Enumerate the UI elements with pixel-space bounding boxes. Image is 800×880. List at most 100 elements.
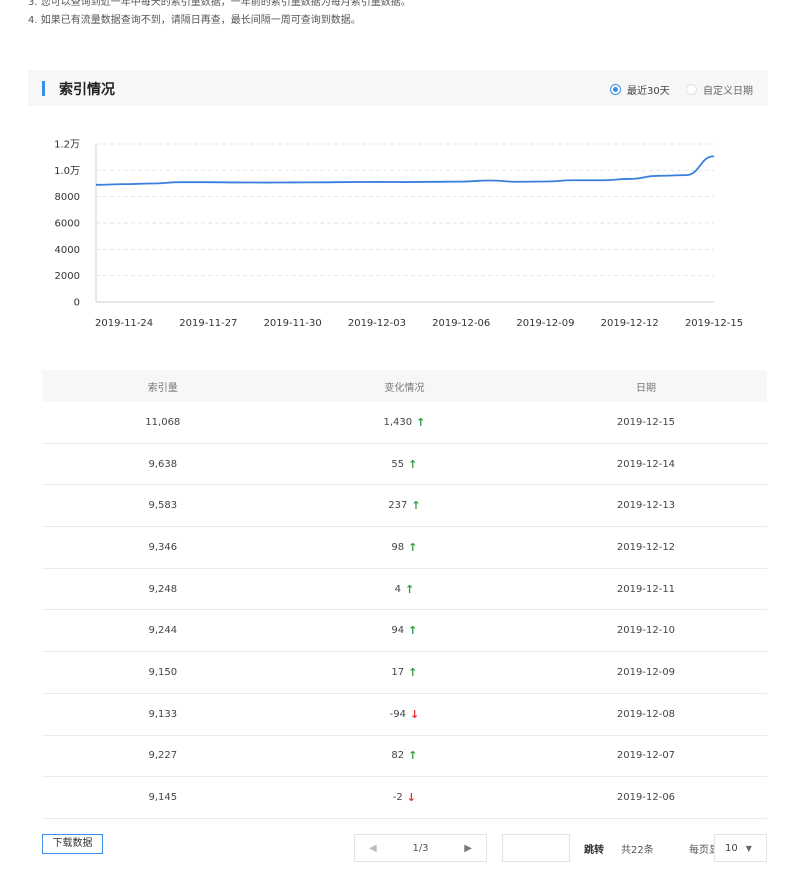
change-value: -2 (392, 792, 403, 804)
x-tick-label: 2019-12-03 (348, 318, 406, 329)
notes: 3. 您可以查询到近一年中每天的索引量数据，一年前的索引量数据为每月索引量数据。… (28, 0, 788, 30)
change-value: 94 (391, 625, 405, 637)
cell-change: 94 ↑ (284, 624, 526, 637)
section-header: 索引情况 最近30天 自定义日期 (28, 70, 768, 106)
x-tick-label: 2019-12-12 (601, 318, 659, 329)
next-page-icon[interactable]: ▶ (464, 843, 472, 854)
arrow-up-icon: ↑ (416, 415, 426, 429)
cell-date: 2019-12-09 (616, 666, 676, 678)
page-size-select[interactable]: 10 ▼ (714, 834, 767, 862)
change-value: 55 (391, 458, 405, 470)
y-tick-label: 1.2万 (54, 140, 80, 151)
page-indicator: 1/3 (412, 842, 429, 854)
header-date: 日期 (635, 382, 656, 394)
table-row: 9,638 55 ↑ 2019-12-14 (42, 444, 767, 486)
cell-change: -94 ↓ (284, 708, 526, 721)
jump-page-input[interactable] (502, 834, 570, 862)
pagination: ◀ 1/3 ▶ (354, 834, 487, 862)
y-tick-label: 6000 (55, 219, 80, 230)
cell-date: 2019-12-12 (616, 541, 676, 553)
x-tick-label: 2019-11-27 (179, 318, 237, 329)
cell-date: 2019-12-10 (616, 625, 676, 637)
table-row: 9,346 98 ↑ 2019-12-12 (42, 527, 767, 569)
y-tick-label: 4000 (55, 245, 80, 256)
change-value: 237 (388, 500, 408, 512)
radio-unchecked-icon (686, 83, 697, 95)
prev-page-icon[interactable]: ◀ (369, 843, 377, 854)
section-title: 索引情况 (59, 82, 115, 98)
index-table: 索引量 变化情况 日期 11,068 1,430 ↑ 2019-12-15 9,638 5… (42, 370, 767, 819)
y-tick-label: 8000 (55, 192, 80, 203)
radio-checked-icon (610, 83, 621, 95)
x-tick-label: 2019-12-09 (516, 318, 574, 329)
cell-index: 9,133 (148, 708, 178, 720)
radio-label: 最近30天 (627, 85, 670, 97)
change-value: -94 (389, 708, 406, 720)
cell-date: 2019-12-15 (616, 416, 676, 428)
cell-index: 9,638 (148, 458, 178, 470)
arrow-up-icon: ↑ (408, 624, 418, 638)
cell-date: 2019-12-14 (616, 458, 676, 470)
chevron-down-icon: ▼ (745, 843, 752, 853)
cell-date: 2019-12-06 (616, 792, 676, 804)
x-tick-label: 2019-12-06 (432, 318, 490, 329)
table-row: 9,583 237 ↑ 2019-12-13 (42, 485, 767, 528)
cell-change: 4 ↑ (284, 583, 526, 596)
arrow-down-icon: ↓ (406, 791, 416, 805)
cell-change: 1,430 ↑ (284, 416, 526, 429)
radio-custom-date[interactable]: 自定义日期 (686, 82, 753, 97)
change-value: 1,430 (383, 416, 413, 428)
arrow-up-icon: ↑ (408, 749, 418, 763)
table-header: 索引量 变化情况 日期 (42, 370, 767, 402)
x-tick-label: 2019-11-30 (264, 318, 322, 329)
change-value: 82 (391, 750, 405, 762)
x-tick-label: 2019-12-15 (685, 318, 743, 329)
note-3: 3. 您可以查询到近一年中每天的索引量数据，一年前的索引量数据为每月索引量数据。 (28, 0, 411, 8)
cell-change: 98 ↑ (284, 541, 526, 554)
arrow-up-icon: ↑ (408, 457, 418, 471)
cell-date: 2019-12-08 (616, 708, 676, 720)
cell-date: 2019-12-07 (616, 750, 676, 762)
cell-index: 9,145 (148, 792, 178, 804)
table-row: 9,145 -2 ↓ 2019-12-06 (42, 777, 767, 819)
y-tick-label: 1.0万 (54, 166, 80, 177)
cell-index: 9,227 (148, 750, 178, 762)
cell-index: 9,583 (148, 500, 178, 512)
download-data-button[interactable]: 下载数据 (42, 834, 103, 854)
cell-date: 2019-12-11 (616, 583, 676, 595)
arrow-up-icon: ↑ (408, 665, 418, 679)
cell-index: 9,244 (148, 625, 178, 637)
cell-change: 237 ↑ (284, 499, 526, 512)
table-row: 9,248 4 ↑ 2019-12-11 (42, 569, 767, 611)
table-row: 11,068 1,430 ↑ 2019-12-15 (42, 402, 767, 444)
change-value: 98 (391, 541, 405, 553)
x-tick-label: 2019-11-24 (95, 318, 153, 329)
cell-index: 9,248 (148, 583, 178, 595)
cell-change: 82 ↑ (284, 749, 526, 762)
arrow-up-icon: ↑ (408, 540, 418, 554)
section-accent-bar (42, 81, 45, 96)
note-4: 4. 如果已有流量数据查询不到，请隔日再查，最长间隔一周可查询到数据。 (28, 15, 361, 26)
arrow-up-icon: ↑ (411, 499, 421, 513)
total-count: 共22条 (621, 845, 654, 856)
change-value: 17 (391, 666, 405, 678)
arrow-down-icon: ↓ (409, 707, 420, 721)
cell-index: 9,346 (148, 541, 178, 553)
header-index: 索引量 (147, 382, 178, 394)
page-size-value: 10 (725, 842, 738, 854)
header-change: 变化情况 (384, 382, 425, 394)
cell-change: 17 ↑ (284, 666, 526, 679)
cell-change: 55 ↑ (284, 458, 526, 471)
y-tick-label: 0 (74, 298, 80, 309)
cell-index: 11,068 (145, 416, 181, 428)
table-row: 9,150 17 ↑ 2019-12-09 (42, 652, 767, 694)
radio-label: 自定义日期 (703, 85, 753, 97)
table-row: 9,133 -94 ↓ 2019-12-08 (42, 694, 767, 736)
cell-date: 2019-12-13 (616, 500, 676, 512)
cell-change: -2 ↓ (284, 791, 526, 804)
index-line-chart: 0 2000 4000 6000 8000 1.0万 1.2万 2019-11-24 2019-… (54, 140, 743, 330)
radio-last-30-days[interactable]: 最近30天 (610, 82, 670, 97)
table-footer: 下载数据 ◀ 1/3 ▶ 跳转 共22条 每页显示： 10 ▼ (0, 834, 800, 864)
jump-button[interactable]: 跳转 (584, 841, 604, 856)
cell-index: 9,150 (148, 666, 178, 678)
